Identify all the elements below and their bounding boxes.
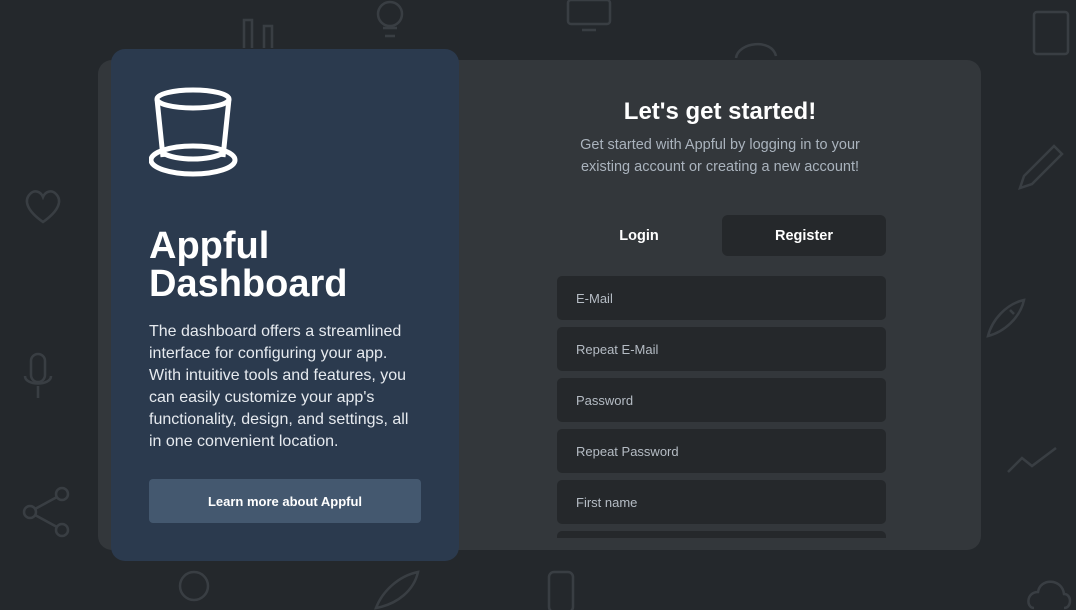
first-name-field[interactable] <box>557 480 886 524</box>
tab-login[interactable]: Login <box>557 215 721 256</box>
tab-register[interactable]: Register <box>722 215 886 256</box>
repeat-email-field[interactable] <box>557 327 886 371</box>
monitor-icon <box>566 0 612 32</box>
bulb-icon <box>376 0 404 38</box>
form-title: Let's get started! <box>623 98 817 125</box>
form-subtitle: Get started with Appful by logging in to… <box>580 137 860 175</box>
trend-icon <box>1007 447 1057 473</box>
pencil-icon <box>1018 144 1064 190</box>
auth-tabs: Login Register <box>557 215 886 256</box>
title-line-1: Appful <box>149 225 270 267</box>
phone-icon <box>547 570 575 610</box>
document-icon <box>1032 10 1070 56</box>
password-field[interactable] <box>557 378 886 422</box>
rocket-small-icon <box>374 570 420 610</box>
auth-form: Let's get started! Get started with Appf… <box>459 60 981 550</box>
location-pin-icon <box>178 570 210 602</box>
page-title: Appful Dashboard <box>149 227 421 303</box>
learn-more-button[interactable]: Learn more about Appful <box>149 479 421 523</box>
microphone-icon <box>23 352 53 398</box>
heart-icon <box>25 190 61 224</box>
cloud-icon <box>1027 580 1072 610</box>
share-icon <box>22 486 70 538</box>
rocket-icon <box>986 298 1026 338</box>
bars-icon <box>242 18 274 48</box>
repeat-password-field[interactable] <box>557 429 886 473</box>
next-field-partial[interactable] <box>557 531 886 538</box>
title-line-2: Dashboard <box>149 263 348 305</box>
top-hat-icon <box>148 87 241 179</box>
info-card: Appful Dashboard The dashboard offers a … <box>111 49 459 561</box>
email-field[interactable] <box>557 276 886 320</box>
dashboard-description: The dashboard offers a streamlined inter… <box>149 323 409 450</box>
register-fields <box>557 276 886 538</box>
palette-icon <box>734 42 778 59</box>
